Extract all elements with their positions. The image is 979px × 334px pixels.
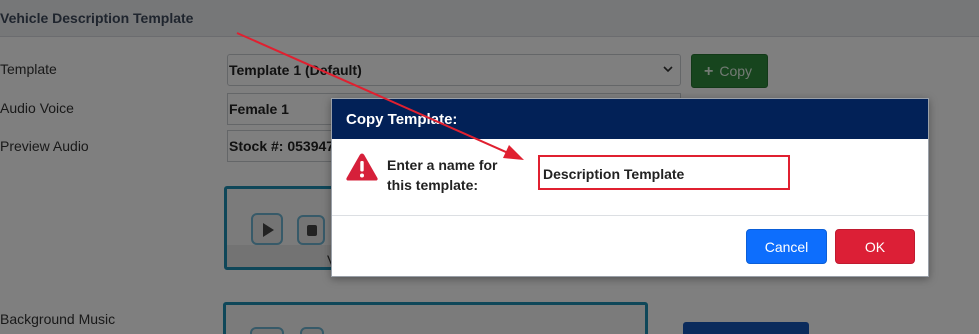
dialog-divider bbox=[332, 215, 928, 216]
dialog-prompt: Enter a name for this template: bbox=[387, 157, 498, 193]
template-name-input[interactable]: Description Template bbox=[538, 155, 790, 190]
warning-triangle-icon bbox=[346, 153, 378, 181]
cancel-button[interactable]: Cancel bbox=[746, 229, 827, 264]
template-name-value: Description Template bbox=[543, 166, 685, 182]
dialog-header: Copy Template: bbox=[332, 99, 928, 139]
copy-template-dialog: Copy Template: Enter a name for this tem… bbox=[331, 98, 929, 277]
dialog-title: Copy Template: bbox=[346, 111, 458, 128]
ok-button[interactable]: OK bbox=[835, 229, 915, 264]
